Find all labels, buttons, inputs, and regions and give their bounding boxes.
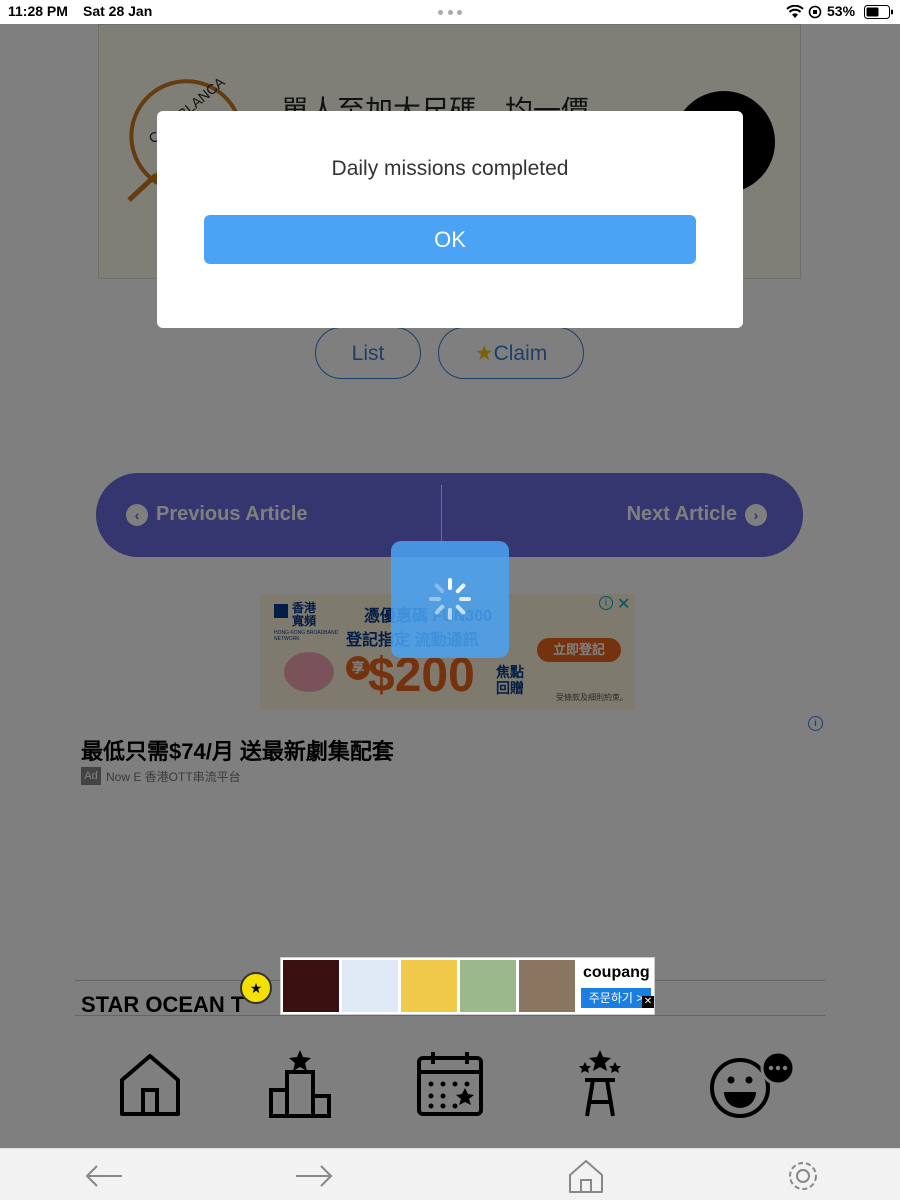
status-bar: 11:28 PM Sat 28 Jan 53% bbox=[0, 0, 900, 24]
product-thumb-4[interactable] bbox=[460, 960, 516, 1012]
browser-toolbar bbox=[0, 1148, 900, 1200]
ok-button[interactable]: OK bbox=[204, 215, 696, 264]
order-now-button[interactable]: 주문하기 > bbox=[581, 988, 651, 1008]
browser-home-icon[interactable] bbox=[566, 1159, 606, 1193]
orientation-lock-icon bbox=[808, 5, 822, 19]
coupang-banner-ad[interactable]: coupang 주문하기 > bbox=[280, 957, 655, 1015]
product-thumb-2[interactable] bbox=[342, 960, 398, 1012]
wifi-icon bbox=[786, 5, 804, 18]
back-arrow-icon[interactable] bbox=[84, 1159, 124, 1193]
coupang-logo: coupang bbox=[583, 964, 650, 981]
spinner-icon bbox=[429, 578, 471, 620]
status-time: 11:28 PM bbox=[8, 3, 68, 19]
loading-spinner bbox=[391, 541, 509, 658]
product-thumb-1[interactable] bbox=[283, 960, 339, 1012]
status-date: Sat 28 Jan bbox=[83, 3, 153, 19]
battery-percent: 53% bbox=[827, 3, 856, 19]
dialog-message: Daily missions completed bbox=[331, 157, 569, 180]
forward-arrow-icon[interactable] bbox=[294, 1159, 334, 1193]
missions-dialog: Daily missions completed OK bbox=[157, 111, 743, 328]
close-ad-icon[interactable]: ✕ bbox=[642, 996, 654, 1008]
multitasking-dots-icon[interactable] bbox=[438, 10, 462, 16]
battery-icon bbox=[864, 5, 893, 19]
settings-gear-icon[interactable] bbox=[783, 1159, 823, 1193]
star-badge-icon[interactable]: ★ bbox=[240, 972, 272, 1004]
product-thumb-3[interactable] bbox=[401, 960, 457, 1012]
product-thumb-5[interactable] bbox=[519, 960, 575, 1012]
